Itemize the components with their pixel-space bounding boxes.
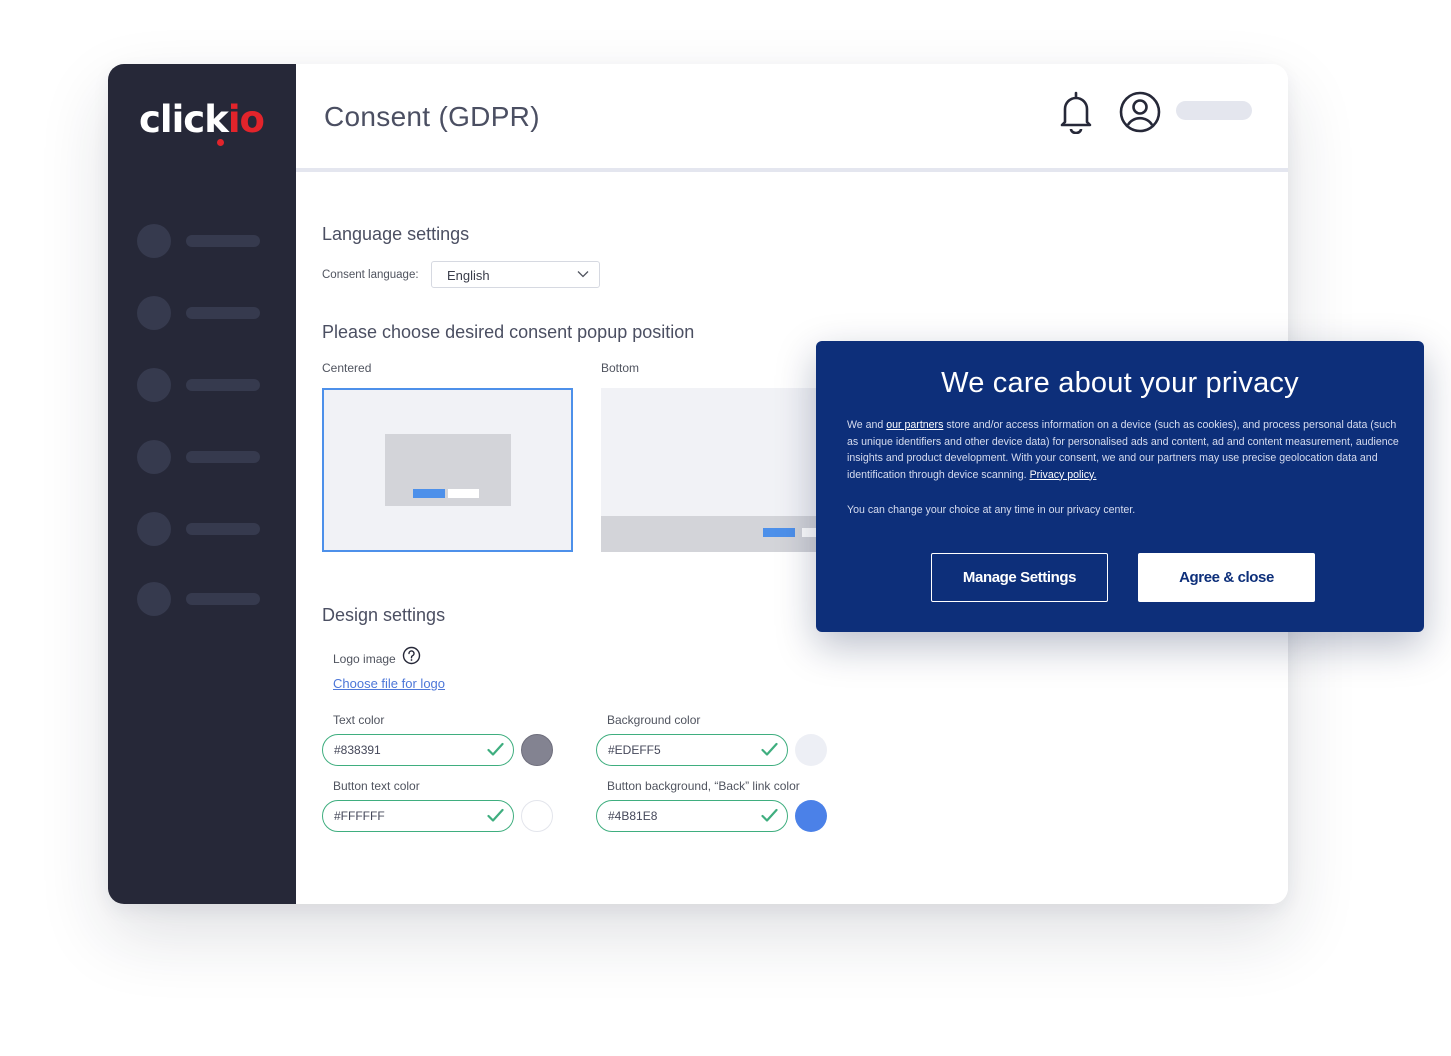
preview-primary-button bbox=[413, 489, 445, 498]
button-text-color-swatch[interactable] bbox=[521, 800, 553, 832]
logo-main: click bbox=[139, 98, 229, 141]
logo-image-label: Logo image bbox=[333, 652, 396, 666]
nav-label-placeholder bbox=[186, 593, 260, 605]
consent-popup: We care about your privacy We and our pa… bbox=[816, 341, 1424, 632]
text-color-swatch[interactable] bbox=[521, 734, 553, 766]
nav-label-placeholder bbox=[186, 523, 260, 535]
logo-dot bbox=[217, 139, 224, 146]
user-name-placeholder[interactable] bbox=[1176, 101, 1252, 120]
consent-language-select[interactable]: English bbox=[431, 261, 600, 288]
position-option-centered[interactable] bbox=[322, 388, 573, 552]
nav-label-placeholder bbox=[186, 307, 260, 319]
check-icon bbox=[487, 742, 504, 756]
preview-secondary-button bbox=[448, 489, 479, 498]
position-title: Please choose desired consent popup posi… bbox=[322, 322, 695, 342]
background-color-swatch[interactable] bbox=[795, 734, 827, 766]
check-icon bbox=[487, 808, 504, 822]
header: Consent (GDPR) bbox=[296, 64, 1288, 172]
nav-icon-placeholder bbox=[137, 582, 171, 616]
position-option-label-bottom: Bottom bbox=[601, 361, 640, 375]
button-text-color-input[interactable]: #FFFFFF bbox=[322, 800, 514, 832]
popup-title: We care about your privacy bbox=[941, 367, 1299, 399]
sidebar-item-1[interactable] bbox=[137, 224, 261, 258]
preview-bottom-bar bbox=[601, 516, 852, 552]
choose-logo-link[interactable]: Choose file for logo bbox=[333, 676, 445, 691]
account-icon[interactable] bbox=[1119, 91, 1161, 133]
position-option-label-centered: Centered bbox=[322, 361, 372, 375]
button-background-color-swatch[interactable] bbox=[795, 800, 827, 832]
nav-label-placeholder bbox=[186, 451, 260, 463]
chevron-down-icon bbox=[577, 271, 589, 278]
sidebar-item-5[interactable] bbox=[137, 512, 261, 546]
check-icon bbox=[761, 808, 778, 822]
popup-body: We and our partners store and/or access … bbox=[847, 417, 1399, 483]
bell-icon[interactable] bbox=[1058, 90, 1094, 134]
nav-icon-placeholder bbox=[137, 512, 171, 546]
nav-label-placeholder bbox=[186, 235, 260, 247]
nav-icon-placeholder bbox=[137, 368, 171, 402]
text-color-label: Text color bbox=[333, 713, 385, 727]
text-color-input[interactable]: #838391 bbox=[322, 734, 514, 766]
logo[interactable]: clickio bbox=[139, 98, 265, 142]
popup-body-prefix: We and bbox=[847, 419, 887, 431]
nav-icon-placeholder bbox=[137, 440, 171, 474]
nav-icon-placeholder bbox=[137, 224, 171, 258]
background-color-input[interactable]: #EDEFF5 bbox=[596, 734, 788, 766]
logo-accent: io bbox=[227, 98, 265, 141]
sidebar-item-2[interactable] bbox=[137, 296, 261, 330]
sidebar-item-4[interactable] bbox=[137, 440, 261, 474]
sidebar-item-3[interactable] bbox=[137, 368, 261, 402]
privacy-policy-link[interactable]: Privacy policy. bbox=[1030, 469, 1097, 481]
button-background-color-input[interactable]: #4B81E8 bbox=[596, 800, 788, 832]
sidebar: clickio bbox=[108, 64, 296, 904]
preview-popup bbox=[385, 434, 511, 506]
check-icon bbox=[761, 742, 778, 756]
help-icon[interactable] bbox=[402, 646, 421, 665]
partners-link[interactable]: our partners bbox=[886, 419, 943, 431]
button-text-color-value: #FFFFFF bbox=[334, 809, 385, 823]
button-background-color-value: #4B81E8 bbox=[608, 809, 658, 823]
nav-label-placeholder bbox=[186, 379, 260, 391]
popup-note: You can change your choice at any time i… bbox=[847, 504, 1136, 516]
background-color-label: Background color bbox=[607, 713, 701, 727]
button-text-color-label: Button text color bbox=[333, 779, 420, 793]
stage: clickio Consent (GDPR) Language settings… bbox=[0, 0, 1451, 1056]
language-settings-title: Language settings bbox=[322, 224, 470, 244]
page-title: Consent (GDPR) bbox=[324, 101, 540, 132]
manage-settings-button[interactable]: Manage Settings bbox=[931, 553, 1108, 602]
background-color-value: #EDEFF5 bbox=[608, 743, 661, 757]
design-settings-title: Design settings bbox=[322, 605, 446, 625]
sidebar-item-6[interactable] bbox=[137, 582, 261, 616]
preview-primary-button bbox=[763, 528, 795, 537]
nav-icon-placeholder bbox=[137, 296, 171, 330]
text-color-value: #838391 bbox=[334, 743, 381, 757]
consent-language-label: Consent language: bbox=[322, 269, 419, 281]
position-option-bottom[interactable] bbox=[601, 388, 852, 552]
consent-language-value: English bbox=[447, 268, 490, 283]
button-background-color-label: Button background, “Back” link color bbox=[607, 779, 800, 793]
agree-close-button[interactable]: Agree & close bbox=[1138, 553, 1315, 602]
